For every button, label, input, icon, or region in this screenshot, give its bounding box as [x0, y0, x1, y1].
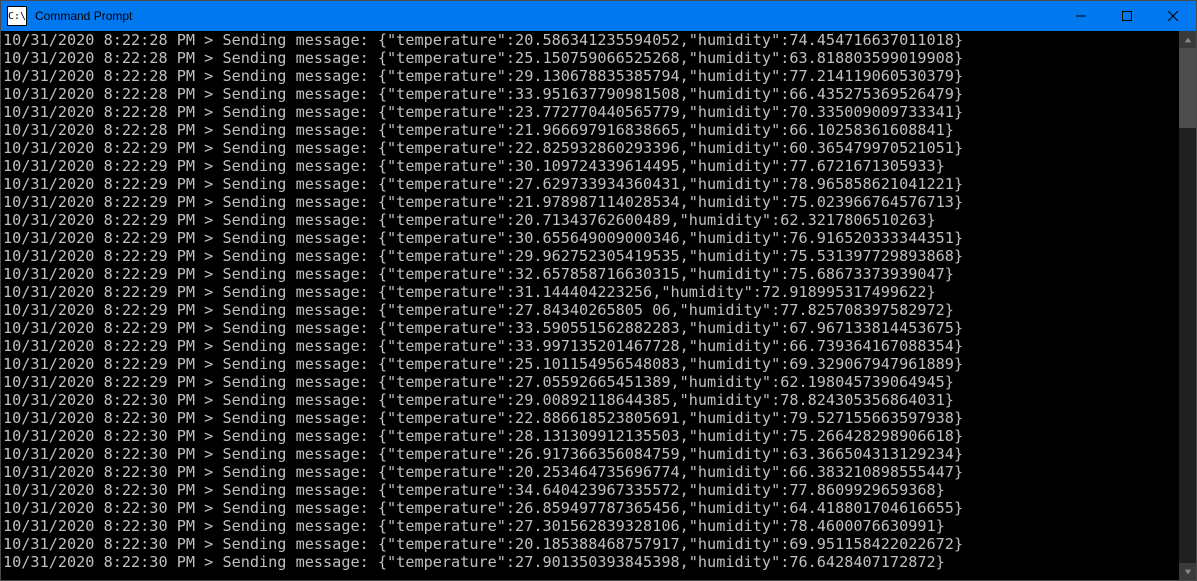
client-area: 10/31/2020 8:22:28 PM > Sending message:… [1, 31, 1196, 580]
vertical-scrollbar[interactable] [1179, 31, 1196, 580]
console-line: 10/31/2020 8:22:29 PM > Sending message:… [3, 157, 1177, 175]
console-line: 10/31/2020 8:22:30 PM > Sending message:… [3, 409, 1177, 427]
console-line: 10/31/2020 8:22:29 PM > Sending message:… [3, 175, 1177, 193]
console-line: 10/31/2020 8:22:29 PM > Sending message:… [3, 229, 1177, 247]
close-button[interactable] [1150, 1, 1196, 31]
console-line: 10/31/2020 8:22:28 PM > Sending message:… [3, 121, 1177, 139]
window-title: Command Prompt [33, 9, 1058, 23]
titlebar[interactable]: C:\ Command Prompt [1, 1, 1196, 31]
console-line: 10/31/2020 8:22:28 PM > Sending message:… [3, 31, 1177, 49]
console-line: 10/31/2020 8:22:30 PM > Sending message:… [3, 391, 1177, 409]
command-prompt-window: C:\ Command Prompt 10/31/2020 8:22:28 PM… [0, 0, 1197, 581]
app-icon: C:\ [7, 6, 27, 26]
console-line: 10/31/2020 8:22:28 PM > Sending message:… [3, 67, 1177, 85]
console-line: 10/31/2020 8:22:30 PM > Sending message:… [3, 499, 1177, 517]
console-line: 10/31/2020 8:22:28 PM > Sending message:… [3, 103, 1177, 121]
console-line: 10/31/2020 8:22:30 PM > Sending message:… [3, 553, 1177, 571]
console-line: 10/31/2020 8:22:28 PM > Sending message:… [3, 49, 1177, 67]
console-line: 10/31/2020 8:22:30 PM > Sending message:… [3, 481, 1177, 499]
console-line: 10/31/2020 8:22:29 PM > Sending message:… [3, 139, 1177, 157]
console-line: 10/31/2020 8:22:30 PM > Sending message:… [3, 517, 1177, 535]
console-line: 10/31/2020 8:22:29 PM > Sending message:… [3, 319, 1177, 337]
console-line: 10/31/2020 8:22:29 PM > Sending message:… [3, 247, 1177, 265]
console-line: 10/31/2020 8:22:29 PM > Sending message:… [3, 283, 1177, 301]
maximize-button[interactable] [1104, 1, 1150, 31]
console-line: 10/31/2020 8:22:29 PM > Sending message:… [3, 337, 1177, 355]
console-line: 10/31/2020 8:22:30 PM > Sending message:… [3, 427, 1177, 445]
console-line: 10/31/2020 8:22:30 PM > Sending message:… [3, 445, 1177, 463]
console-line: 10/31/2020 8:22:29 PM > Sending message:… [3, 193, 1177, 211]
console-line: 10/31/2020 8:22:29 PM > Sending message:… [3, 211, 1177, 229]
console-line: 10/31/2020 8:22:30 PM > Sending message:… [3, 535, 1177, 553]
console-line: 10/31/2020 8:22:29 PM > Sending message:… [3, 373, 1177, 391]
console-output[interactable]: 10/31/2020 8:22:28 PM > Sending message:… [1, 31, 1179, 580]
scroll-track[interactable] [1179, 48, 1196, 563]
console-line: 10/31/2020 8:22:29 PM > Sending message:… [3, 301, 1177, 319]
console-line: 10/31/2020 8:22:30 PM > Sending message:… [3, 463, 1177, 481]
console-line: 10/31/2020 8:22:29 PM > Sending message:… [3, 355, 1177, 373]
scroll-thumb[interactable] [1179, 48, 1196, 128]
console-line: 10/31/2020 8:22:28 PM > Sending message:… [3, 85, 1177, 103]
scroll-up-button[interactable] [1179, 31, 1196, 48]
minimize-button[interactable] [1058, 1, 1104, 31]
scroll-down-button[interactable] [1179, 563, 1196, 580]
console-line: 10/31/2020 8:22:29 PM > Sending message:… [3, 265, 1177, 283]
window-controls [1058, 1, 1196, 31]
